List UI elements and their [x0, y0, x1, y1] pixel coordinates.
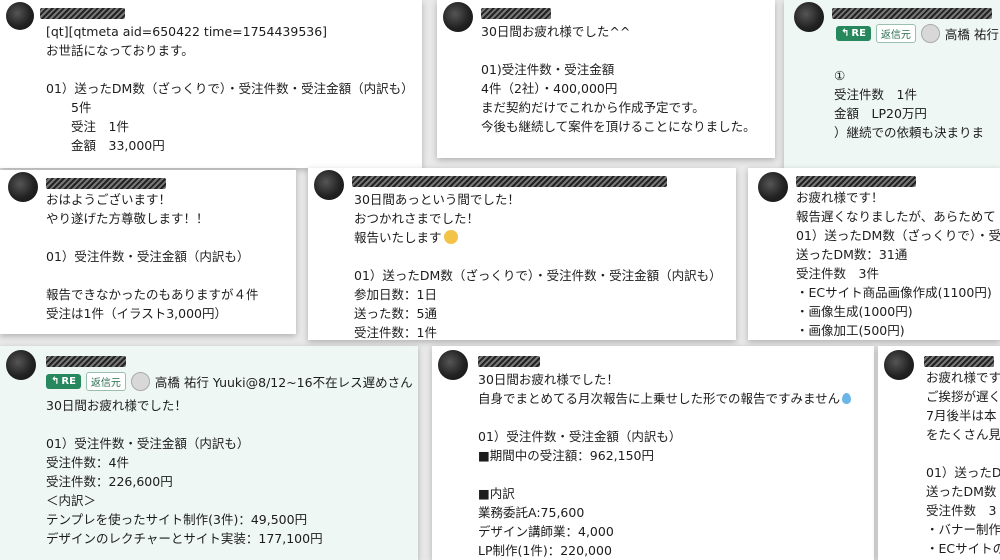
avatar: [8, 172, 38, 202]
redacted-username: [352, 176, 667, 187]
message-body: [qt][qtmeta aid=650422 time=1754439536] お…: [46, 24, 414, 153]
avatar: [443, 2, 473, 32]
message-body: お疲れ様ですご挨拶が遅く7月後半は本をたくさん見​01）送ったD送ったDM数受注…: [926, 370, 1000, 556]
reply-badge: ↰ RE: [836, 26, 871, 41]
redacted-username: [478, 356, 540, 367]
redacted-username: [924, 356, 994, 367]
avatar: [438, 350, 468, 380]
avatar: [884, 350, 914, 380]
avatar: [6, 350, 36, 380]
message-body: お疲れ様です！ 報告遅くなりましたが、あらためて 01）送ったDM数（ざっくりで）・…: [796, 190, 1000, 338]
message-card: おはようございます！やり遂げた方尊敬します！！​01）受注件数・受注金額（内訳も…: [0, 170, 296, 334]
message-card: ↰RE 返信元 高橋 祐行 Y ①受注件数 1件金額 LP20万円）継続での依頼…: [784, 0, 1000, 168]
message-body: ① 受注件数 1件 金額 LP20万円 ）継続での依頼も決まりま: [834, 68, 985, 140]
user-avatar-icon: [920, 24, 940, 43]
message-body: 30日間お疲れ様でした！​01）受注件数・受注金額（内訳も）受注件数：4件受注件…: [46, 398, 323, 546]
redacted-username: [46, 356, 126, 367]
message-body: 30日間お疲れ様でした^^​01)受注件数・受注金額4件（2社）・400,000…: [481, 24, 756, 134]
reply-reference[interactable]: ↰RE 返信元 高橋 祐行 Y: [836, 24, 1000, 43]
user-avatar-icon: [130, 372, 150, 391]
relieved-face-icon: [443, 230, 458, 244]
reply-reference[interactable]: ↰ RE 返信元 高橋 祐行 Yuuki@8/12~16不在レス遅めさん: [46, 372, 413, 391]
message-card: お疲れ様ですご挨拶が遅く7月後半は本をたくさん見​01）送ったD送ったDM数受注…: [878, 346, 1000, 560]
avatar: [794, 2, 824, 32]
message-card: 30日間お疲れ様でした^^​01)受注件数・受注金額4件（2社）・400,000…: [437, 0, 775, 158]
message-card: [qt][qtmeta aid=650422 time=1754439536] お…: [0, 0, 422, 168]
message-body: おはようございます！やり遂げた方尊敬します！！​01）受注件数・受注金額（内訳も…: [46, 192, 259, 321]
reply-badge: ↰ RE: [46, 374, 81, 389]
avatar: [314, 170, 344, 200]
message-card: お疲れ様です！ 報告遅くなりましたが、あらためて 01）送ったDM数（ざっくりで）・…: [748, 168, 1000, 340]
message-card: 30日間あっという間でした！おつかれさまでした！報告いたします​01）送ったDM…: [308, 168, 736, 340]
message-body: 30日間お疲れ様でした！ 自身でまとめてる月次報告に上乗せした形での報告ですみませ…: [478, 370, 852, 560]
reply-user: 高橋 祐行 Yuuki@8/12~16不在レス遅めさん: [154, 375, 413, 390]
reply-arrow-icon: ↰: [841, 28, 850, 39]
message-card: 30日間お疲れ様でした！ 自身でまとめてる月次報告に上乗せした形での報告ですみませ…: [432, 346, 874, 560]
redacted-username: [796, 176, 916, 187]
redacted-username: [481, 8, 551, 19]
reply-source-tag: 返信元: [875, 24, 916, 43]
redacted-username: [832, 8, 992, 19]
reply-source-tag: 返信元: [85, 372, 126, 391]
avatar: [758, 172, 788, 202]
reply-arrow-icon: ↰: [51, 376, 60, 387]
redacted-username: [46, 178, 166, 189]
reply-user: 高橋 祐行 Y: [944, 27, 1000, 42]
message-body: 30日間あっという間でした！おつかれさまでした！報告いたします​01）送ったDM…: [354, 192, 722, 340]
redacted-username: [40, 8, 125, 19]
avatar: [6, 2, 34, 30]
message-card: ↰ RE 返信元 高橋 祐行 Yuuki@8/12~16不在レス遅めさん 30日間…: [0, 346, 418, 560]
sweat-drop-icon: [842, 393, 852, 404]
